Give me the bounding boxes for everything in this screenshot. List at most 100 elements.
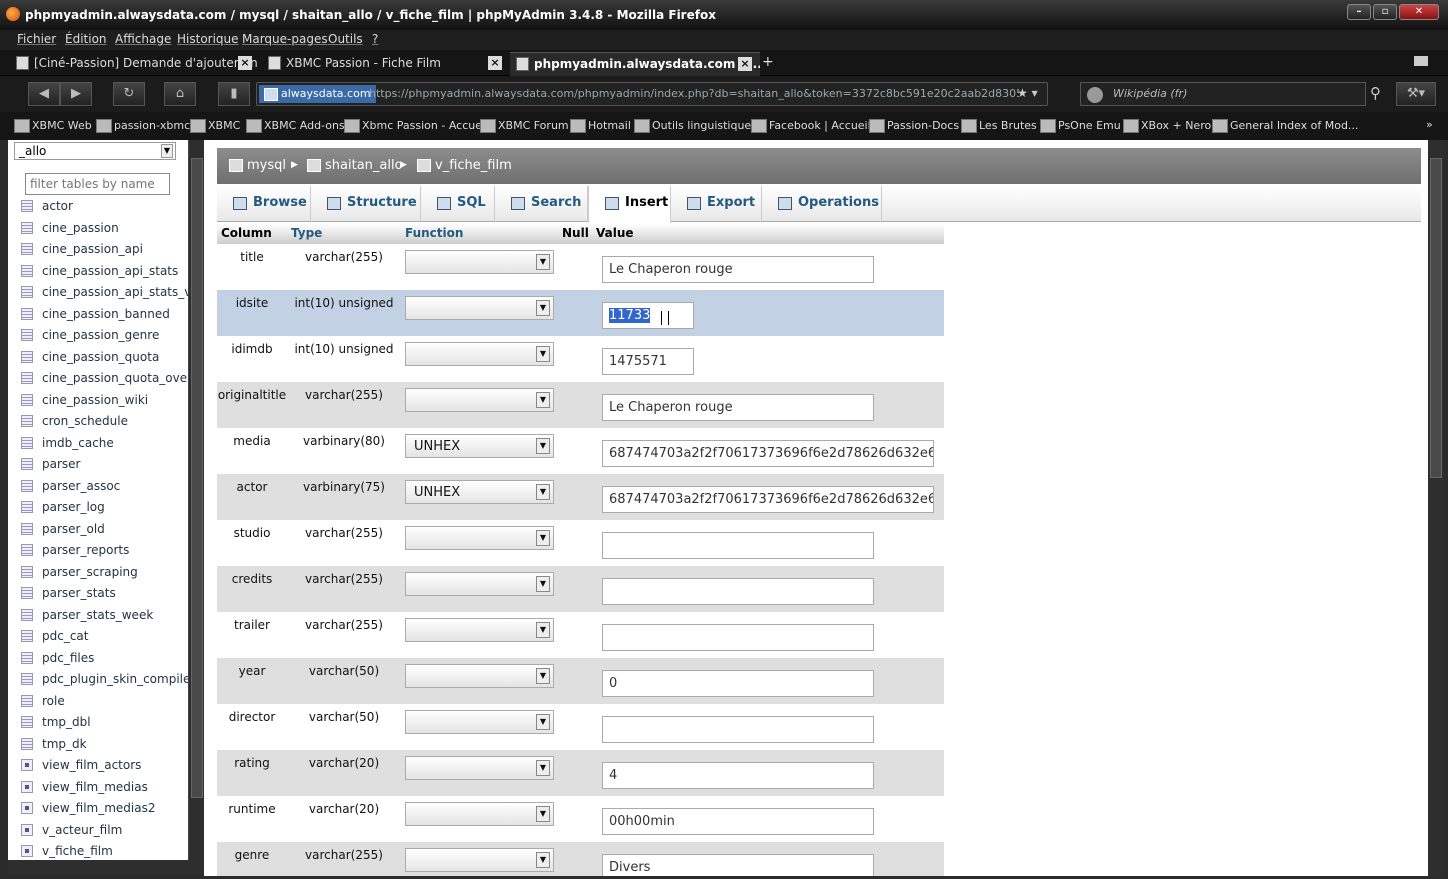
bookmark-item[interactable]: passion-xbmc (96, 119, 190, 133)
close-window-button[interactable]: ✕ (1399, 4, 1439, 20)
filter-tables-input[interactable] (25, 173, 170, 195)
site-identity[interactable]: alwaysdata.com (259, 85, 376, 103)
maximize-button[interactable]: ▫ (1373, 4, 1397, 20)
header-type[interactable]: Type (291, 226, 322, 240)
tab-operations[interactable]: Operations (762, 186, 882, 222)
tab-insert[interactable]: Insert (588, 186, 671, 223)
table-icon[interactable] (21, 565, 33, 578)
table-icon[interactable] (21, 673, 33, 685)
sidebar-table-item[interactable]: cine_passion_banned (8, 304, 188, 326)
sidebar-table-name[interactable]: cine_passion_quota_over (42, 371, 188, 385)
sidebar-table-name[interactable]: view_film_actors (42, 758, 141, 772)
function-select[interactable]: ▼ (405, 848, 554, 872)
sidebar-table-name[interactable]: tmp_dk (42, 737, 87, 751)
sidebar-table-item[interactable]: tmp_dbl (8, 712, 188, 734)
bookmark-item[interactable]: PsOne Emu (1040, 119, 1121, 133)
sidebar-table-item[interactable]: v_acteur_film (8, 820, 188, 842)
sidebar-table-name[interactable]: actor (42, 199, 73, 213)
table-icon[interactable] (21, 694, 33, 707)
sidebar-table-item[interactable]: pdc_files (8, 648, 188, 670)
sidebar-table-name[interactable]: parser (42, 457, 80, 471)
function-select[interactable]: ▼ (405, 802, 554, 826)
close-tab-icon[interactable]: × (238, 56, 252, 70)
sidebar-table-name[interactable]: parser_reports (42, 543, 129, 557)
breadcrumb-server[interactable]: mysql (229, 158, 286, 173)
view-icon[interactable] (21, 802, 33, 814)
browser-tab-xbmc-passion[interactable]: XBMC Passion - Fiche Film × (262, 52, 508, 76)
sidebar-table-item[interactable]: tmp_dk (8, 734, 188, 756)
sidebar-table-item[interactable]: role (8, 691, 188, 713)
sidebar-table-name[interactable]: cine_passion_genre (42, 328, 159, 342)
sidebar-table-item[interactable]: parser (8, 454, 188, 476)
scrollbar-thumb[interactable] (1430, 158, 1442, 478)
tab-browse[interactable]: Browse (217, 186, 311, 222)
function-select[interactable]: ▼ (405, 342, 554, 366)
value-input[interactable]: Le Chaperon rouge (602, 394, 874, 421)
view-icon[interactable] (21, 823, 33, 836)
value-input[interactable]: 687474703a2f2f70617373696f6e2d78626d632e… (602, 440, 934, 467)
sidebar-table-item[interactable]: parser_assoc (8, 476, 188, 498)
database-select[interactable]: _allo ▼ (14, 142, 176, 160)
sidebar-table-item[interactable]: cine_passion_api_stats_v (8, 282, 188, 304)
table-icon[interactable] (21, 522, 33, 535)
view-icon[interactable] (21, 759, 33, 771)
bookmark-item[interactable]: XBMC (190, 119, 240, 133)
more-bookmarks-icon[interactable]: » (1426, 118, 1433, 131)
tab-search[interactable]: Search (495, 186, 588, 222)
table-icon[interactable] (21, 630, 33, 642)
sidebar-table-item[interactable]: view_film_actors (8, 755, 188, 777)
value-input[interactable]: 0 (602, 670, 874, 697)
sidebar-table-item[interactable]: actor (8, 196, 188, 218)
address-bar[interactable]: alwaysdata.com https://phpmyadmin.always… (256, 82, 1048, 106)
value-input[interactable] (602, 578, 874, 605)
value-input[interactable] (602, 716, 874, 743)
back-icon[interactable]: ◀ (28, 82, 60, 106)
minimize-button[interactable]: – (1347, 4, 1371, 20)
sidebar-table-item[interactable]: cron_schedule (8, 411, 188, 433)
menu-help[interactable]: ? (372, 32, 378, 46)
table-icon[interactable] (21, 501, 33, 513)
scrollbar-thumb[interactable] (191, 158, 203, 798)
menu-history[interactable]: Historique (177, 32, 239, 46)
sidebar-table-item[interactable]: cine_passion_genre (8, 325, 188, 347)
table-icon[interactable] (21, 436, 33, 449)
search-icon[interactable]: ⚲ (1370, 84, 1381, 102)
sidebar-table-name[interactable]: cine_passion_banned (42, 307, 170, 321)
table-icon[interactable] (21, 350, 33, 363)
url-text[interactable]: https://phpmyadmin.alwaysdata.com/phpmya… (369, 87, 1019, 100)
sidebar-scrollbar[interactable] (188, 140, 204, 860)
sidebar-table-name[interactable]: pdc_plugin_skin_compile (42, 672, 188, 686)
sidebar-table-item[interactable]: parser_log (8, 497, 188, 519)
function-select[interactable]: ▼ (405, 756, 554, 780)
forward-icon[interactable]: ▶ (60, 82, 92, 106)
stats-icon[interactable]: ▮ (218, 82, 250, 106)
home-icon[interactable]: ⌂ (164, 82, 196, 106)
sidebar-table-name[interactable]: cine_passion (42, 221, 119, 235)
value-input[interactable]: Le Chaperon rouge (602, 256, 874, 283)
sidebar-table-name[interactable]: role (42, 694, 65, 708)
function-select[interactable]: ▼ (405, 618, 554, 642)
sidebar-table-item[interactable]: parser_stats_week (8, 605, 188, 627)
table-icon[interactable] (21, 393, 33, 406)
sidebar-table-item[interactable]: cine_passion_api (8, 239, 188, 261)
sidebar-table-item[interactable]: v_fiche_film (8, 841, 188, 860)
bookmark-star-icon[interactable]: ★ ▾ (1017, 86, 1038, 100)
sidebar-table-item[interactable]: imdb_cache (8, 433, 188, 455)
table-icon[interactable] (21, 221, 33, 234)
sidebar-table-name[interactable]: imdb_cache (42, 436, 114, 450)
table-icon[interactable] (21, 737, 33, 750)
menu-edit[interactable]: Édition (65, 32, 107, 46)
function-select[interactable]: ▼ (405, 526, 554, 550)
view-icon[interactable] (21, 780, 33, 793)
browser-tab-cine-passion[interactable]: [Ciné-Passion] Demande d'ajouter un fi..… (10, 52, 258, 76)
menu-bookmarks[interactable]: Marque-pages (242, 32, 328, 46)
sidebar-table-item[interactable]: pdc_plugin_skin_compile (8, 669, 188, 691)
sidebar-table-item[interactable]: parser_old (8, 519, 188, 541)
reload-icon[interactable]: ↻ (113, 82, 145, 106)
sidebar-table-item[interactable]: cine_passion_quota_over (8, 368, 188, 390)
function-select[interactable]: ▼ (405, 664, 554, 688)
table-icon[interactable] (21, 608, 33, 621)
value-input[interactable]: 1475571 (602, 348, 694, 375)
sidebar-table-item[interactable]: pdc_cat (8, 626, 188, 648)
bookmark-item[interactable]: Facebook | Accueil (751, 119, 871, 133)
